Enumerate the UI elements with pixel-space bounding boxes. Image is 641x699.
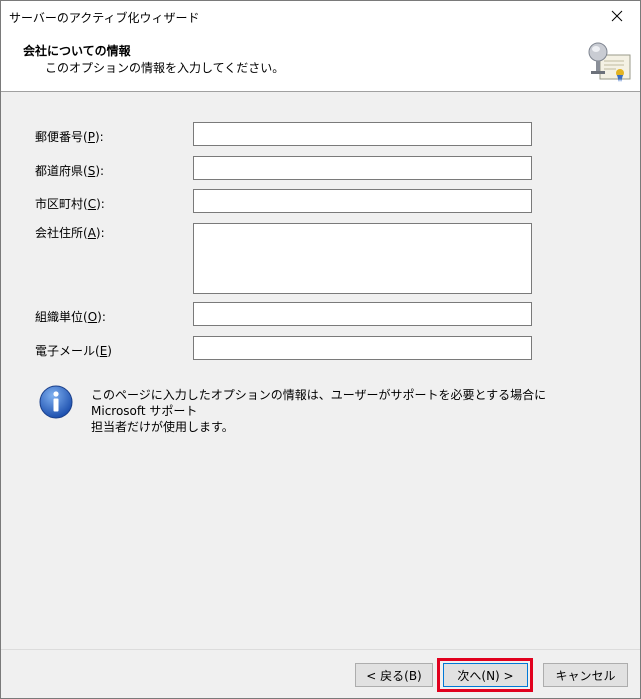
wizard-header: 会社についての情報 このオプションの情報を入力してください。 <box>1 31 640 92</box>
close-button[interactable] <box>594 1 640 31</box>
back-button[interactable]: < 戻る(B) <box>355 663 433 687</box>
info-message: このページに入力したオプションの情報は、ユーザーがサポートを必要とする場合に M… <box>91 387 561 435</box>
postal-code-label: 郵便番号(P): <box>35 130 104 144</box>
cancel-button[interactable]: キャンセル <box>543 663 628 687</box>
address-label: 会社住所(A): <box>35 226 105 240</box>
info-icon <box>39 385 73 419</box>
page-subtitle: このオプションの情報を入力してください。 <box>45 61 285 75</box>
city-field[interactable] <box>193 189 532 213</box>
address-field[interactable] <box>193 223 532 294</box>
email-label: 電子メール(E) <box>35 344 112 358</box>
email-field[interactable] <box>193 336 532 360</box>
prefecture-label: 都道府県(S): <box>35 164 105 178</box>
info-line-1: このページに入力したオプションの情報は、ユーザーがサポートを必要とする場合に M… <box>91 388 547 418</box>
footer-divider <box>1 649 640 650</box>
certificate-icon <box>588 42 631 82</box>
organization-field[interactable] <box>193 302 532 326</box>
organization-label: 組織単位(O): <box>35 310 106 324</box>
close-icon <box>611 10 623 22</box>
postal-code-field[interactable] <box>193 122 532 146</box>
info-line-2: 担当者だけが使用します。 <box>91 420 234 434</box>
wizard-window: サーバーのアクティブ化ウィザード 会社についての情報 このオプションの情報を入力… <box>0 0 641 699</box>
page-title: 会社についての情報 <box>23 44 131 58</box>
title-bar: サーバーのアクティブ化ウィザード <box>1 1 640 31</box>
city-label: 市区町村(C): <box>35 197 105 211</box>
prefecture-field[interactable] <box>193 156 532 180</box>
window-title: サーバーのアクティブ化ウィザード <box>9 11 200 25</box>
next-button[interactable]: 次へ(N) > <box>443 663 528 687</box>
